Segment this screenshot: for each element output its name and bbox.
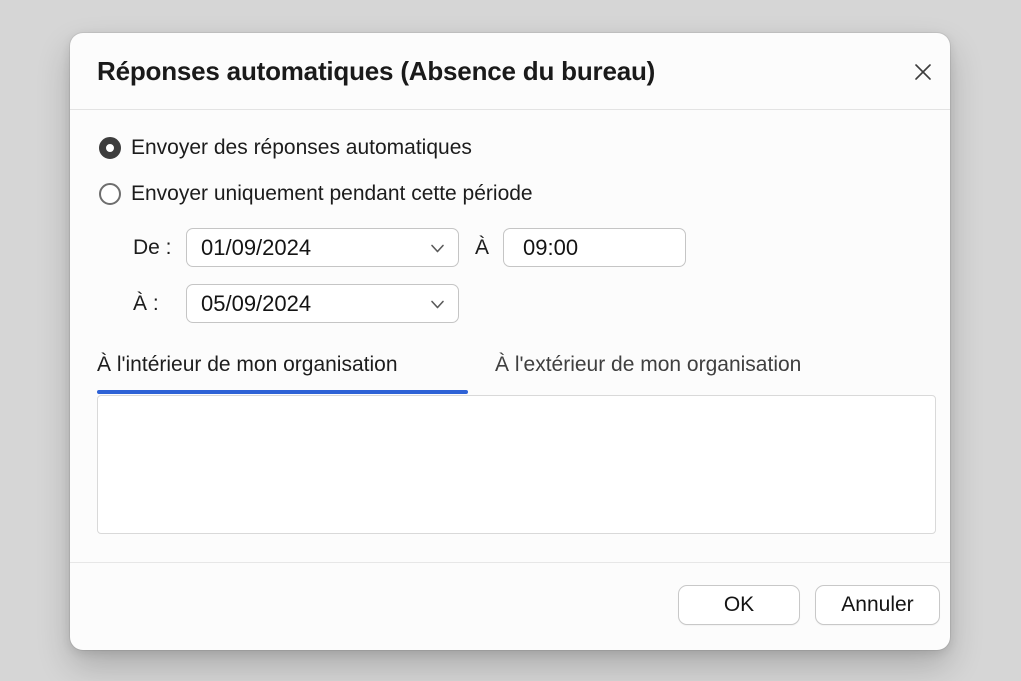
start-date-value: 01/09/2024 xyxy=(201,235,311,261)
end-date-value: 05/09/2024 xyxy=(201,291,311,317)
at-time-label: À xyxy=(475,236,489,260)
ok-button[interactable]: OK xyxy=(678,585,800,625)
footer-buttons: OK Annuler xyxy=(678,585,940,625)
reply-scope-tabs: À l'intérieur de mon organisation À l'ex… xyxy=(97,344,938,386)
dialog-header: Réponses automatiques (Absence du bureau… xyxy=(70,33,950,110)
footer-divider xyxy=(70,562,950,563)
radio-send-auto-replies[interactable] xyxy=(99,137,121,159)
tab-outside-organization[interactable]: À l'extérieur de mon organisation xyxy=(495,344,801,386)
radio-send-only-period[interactable] xyxy=(99,183,121,205)
option-send-auto-replies: Envoyer des réponses automatiques xyxy=(99,136,472,160)
radio-label[interactable]: Envoyer des réponses automatiques xyxy=(131,136,472,160)
period-to-row: À : 05/09/2024 xyxy=(133,284,459,323)
chevron-down-icon xyxy=(429,296,446,313)
option-send-only-period: Envoyer uniquement pendant cette période xyxy=(99,182,533,206)
period-from-row: De : 01/09/2024 À xyxy=(133,228,686,267)
auto-reply-message-textarea[interactable] xyxy=(97,395,936,534)
dialog-title: Réponses automatiques (Absence du bureau… xyxy=(97,56,655,87)
end-date-dropdown[interactable]: 05/09/2024 xyxy=(186,284,459,323)
radio-label[interactable]: Envoyer uniquement pendant cette période xyxy=(131,182,533,206)
cancel-button[interactable]: Annuler xyxy=(815,585,940,625)
from-label: De : xyxy=(133,236,186,260)
start-time-input[interactable] xyxy=(503,228,686,267)
to-label: À : xyxy=(133,292,186,316)
start-date-dropdown[interactable]: 01/09/2024 xyxy=(186,228,459,267)
active-tab-indicator xyxy=(97,390,468,394)
tab-inside-organization[interactable]: À l'intérieur de mon organisation xyxy=(97,344,398,386)
close-icon xyxy=(912,61,934,83)
close-button[interactable] xyxy=(908,57,938,87)
auto-replies-dialog: Réponses automatiques (Absence du bureau… xyxy=(70,33,950,650)
chevron-down-icon xyxy=(429,240,446,257)
